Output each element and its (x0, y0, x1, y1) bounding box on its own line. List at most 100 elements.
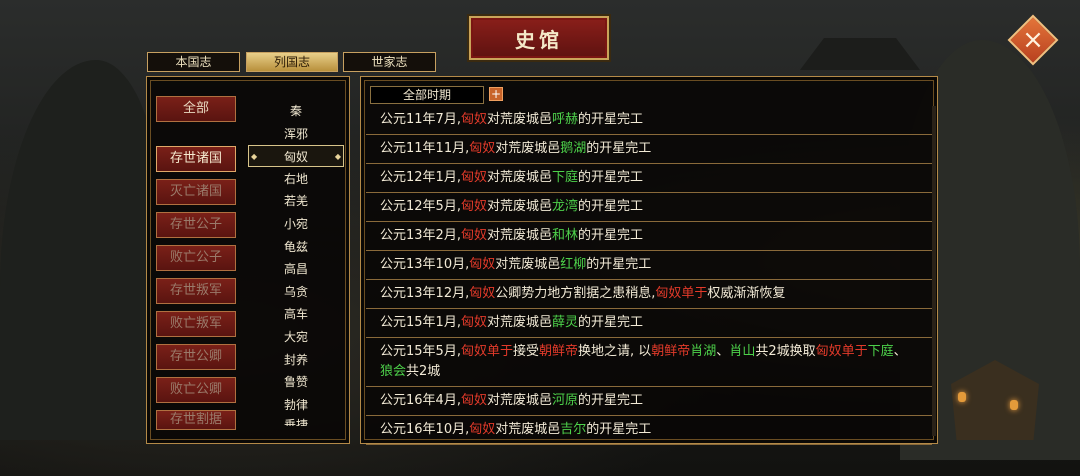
event-row: 公元16年10月,匈奴对荒废城邑吉尔的开星完工 (366, 416, 932, 445)
faction-name: 匈奴 (460, 228, 487, 243)
faction-name: 匈奴 (469, 422, 496, 437)
event-text: 、 (893, 344, 907, 359)
category-surviving-states-button[interactable]: 存世诸国 (156, 146, 236, 172)
title-plaque: 史馆 (469, 16, 609, 60)
city-name: 鹅湖 (560, 141, 587, 156)
city-name: 龙湾 (551, 199, 578, 214)
nation-list-item[interactable]: 高车 (248, 303, 344, 325)
event-text: 对荒废城邑 (486, 199, 552, 214)
event-row: 公元13年2月,匈奴对荒废城邑和林的开星完工 (366, 222, 932, 251)
event-text: 对荒废城邑 (486, 315, 552, 330)
nation-list-item[interactable]: 鲁赞 (248, 371, 344, 393)
background-pavilion-roof (800, 38, 920, 70)
city-name: 河原 (551, 393, 578, 408)
event-list: 公元11年7月,匈奴对荒废城邑呼赫的开星完工 公元11年11月,匈奴对荒废城邑鹅湖… (366, 106, 932, 445)
event-row: 公元13年10月,匈奴对荒废城邑红柳的开星完工 (366, 251, 932, 280)
event-text: 对荒废城邑 (486, 393, 552, 408)
events-scrollbar[interactable] (932, 106, 936, 436)
event-text: 公元13年2月, (380, 228, 461, 243)
city-name: 吉尔 (560, 422, 587, 437)
city-name: 薛灵 (551, 315, 578, 330)
city-name: 狼会 (380, 364, 407, 379)
event-row: 公元12年1月,匈奴对荒废城邑下庭的开星完工 (366, 164, 932, 193)
faction-name: 匈奴 (460, 393, 487, 408)
event-text: 公元11年7月, (380, 112, 461, 127)
event-text: 公元15年5月, (380, 344, 461, 359)
category-surviving-separatists-button[interactable]: 存世割据 (156, 410, 236, 430)
category-surviving-princes-button[interactable]: 存世公子 (156, 212, 236, 238)
event-row: 公元15年1月,匈奴对荒废城邑薛灵的开星完工 (366, 309, 932, 338)
event-text: 对荒废城邑 (486, 228, 552, 243)
tab-national-records[interactable]: 本国志 (147, 52, 240, 72)
nation-list-item[interactable]: 浑邪 (248, 123, 344, 145)
page-title: 史馆 (515, 27, 563, 52)
event-text: 公元13年10月, (380, 257, 470, 272)
faction-name: 匈奴单于 (815, 344, 868, 359)
event-text: 公卿势力地方割据之患稍息, (495, 286, 656, 301)
event-row: 公元16年4月,匈奴对荒废城邑河原的开星完工 (366, 387, 932, 416)
nation-list-item[interactable]: 秦 (248, 100, 344, 122)
event-text: 共2城 (406, 364, 441, 379)
nation-list-item[interactable]: 龟兹 (248, 236, 344, 258)
category-surviving-rebels-button[interactable]: 存世叛军 (156, 278, 236, 304)
faction-name: 匈奴 (469, 257, 496, 272)
faction-name: 匈奴单于 (460, 344, 513, 359)
event-text: 的开星完工 (586, 257, 652, 272)
category-fallen-ministers-button[interactable]: 败亡公卿 (156, 377, 236, 403)
category-fallen-princes-button[interactable]: 败亡公子 (156, 245, 236, 271)
city-name: 和林 (551, 228, 578, 243)
faction-name: 匈奴 (460, 199, 487, 214)
city-name: 肖山 (729, 344, 756, 359)
faction-name: 朝鲜帝 (651, 344, 691, 359)
category-fallen-rebels-button[interactable]: 败亡叛军 (156, 311, 236, 337)
event-text: 的开星完工 (578, 112, 644, 127)
faction-name: 匈奴 (460, 170, 487, 185)
event-text: 权威渐渐恢复 (707, 286, 786, 301)
event-row: 公元15年5月,匈奴单于接受朝鲜帝换地之请, 以朝鲜帝肖湖、肖山共2城换取匈奴单… (366, 338, 932, 387)
event-text: 对荒废城邑 (486, 112, 552, 127)
nation-list-item[interactable]: 小宛 (248, 213, 344, 235)
category-fallen-states-button[interactable]: 灭亡诸国 (156, 179, 236, 205)
tab-clan-records[interactable]: 世家志 (343, 52, 436, 72)
event-text: 的开星完工 (578, 315, 644, 330)
nation-list-item[interactable]: 勃律 (248, 394, 344, 416)
event-text: 对荒废城邑 (495, 141, 561, 156)
event-text: 对荒废城邑 (486, 170, 552, 185)
nation-list-item[interactable]: 匈奴 (248, 145, 344, 168)
event-text: 公元16年10月, (380, 422, 470, 437)
event-text: 公元13年12月, (380, 286, 470, 301)
event-text: 接受 (512, 344, 539, 359)
tab-states-records[interactable]: 列国志 (246, 52, 338, 72)
nation-list-item[interactable]: 垂捷 (248, 416, 344, 426)
event-text: 的开星完工 (586, 422, 652, 437)
nation-list-item[interactable]: 乌贪 (248, 281, 344, 303)
event-text: 公元15年1月, (380, 315, 461, 330)
event-text: 的开星完工 (578, 228, 644, 243)
category-all-button[interactable]: 全部 (156, 96, 236, 122)
event-text: 对荒废城邑 (495, 257, 561, 272)
city-name: 肖湖 (690, 344, 717, 359)
nation-list-item[interactable]: 右地 (248, 168, 344, 190)
event-text: 公元12年5月, (380, 199, 461, 214)
period-filter-select[interactable]: 全部时期 (370, 86, 484, 104)
event-text: 共2城换取 (755, 344, 816, 359)
nation-list-item[interactable]: 若羌 (248, 190, 344, 212)
nation-list-item[interactable]: 大宛 (248, 326, 344, 348)
close-icon: × (1022, 25, 1044, 55)
city-name: 呼赫 (551, 112, 578, 127)
event-row: 公元11年7月,匈奴对荒废城邑呼赫的开星完工 (366, 106, 932, 135)
nation-list-item[interactable]: 高昌 (248, 258, 344, 280)
event-text: 换地之请, 以 (578, 344, 652, 359)
city-name: 红柳 (560, 257, 587, 272)
event-text: 公元11年11月, (380, 141, 470, 156)
period-expand-button[interactable]: + (489, 87, 503, 101)
city-name: 下庭 (867, 344, 894, 359)
event-text: 公元16年4月, (380, 393, 461, 408)
faction-name: 匈奴单于 (655, 286, 708, 301)
lantern-icon (958, 392, 966, 402)
event-text: 的开星完工 (578, 393, 644, 408)
nation-list-item[interactable]: 封养 (248, 349, 344, 371)
category-surviving-ministers-button[interactable]: 存世公卿 (156, 344, 236, 370)
event-text: 的开星完工 (586, 141, 652, 156)
faction-name: 匈奴 (469, 286, 496, 301)
